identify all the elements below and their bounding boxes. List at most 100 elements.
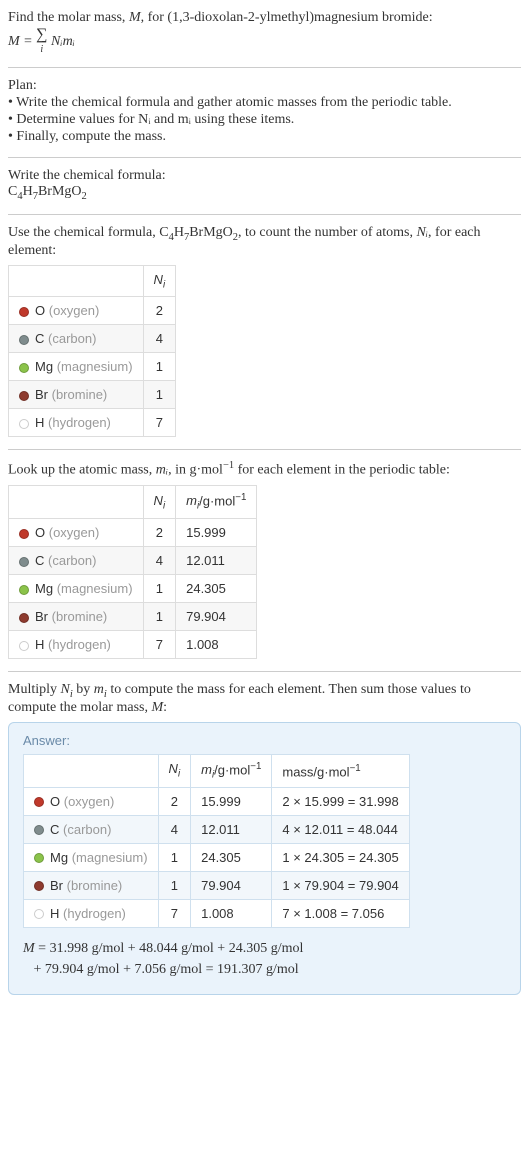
sigma-sub: i xyxy=(40,44,43,55)
text: for each element in the periodic table: xyxy=(234,463,450,478)
divider xyxy=(8,157,521,158)
N-value: 1 xyxy=(143,353,176,381)
m-value: 1.008 xyxy=(191,899,272,927)
element-color-icon xyxy=(34,825,44,835)
element-name: (oxygen) xyxy=(49,525,100,540)
element-symbol: O xyxy=(35,525,45,540)
final-equation: M = 31.998 g/mol + 48.044 g/mol + 24.305… xyxy=(23,938,506,980)
text: Find the molar mass, xyxy=(8,10,129,25)
element-cell: Br (bromine) xyxy=(24,871,159,899)
header-Ni: Ni xyxy=(158,754,191,787)
divider xyxy=(8,214,521,215)
table-header-row: Ni mi/g·mol−1 xyxy=(9,486,257,519)
header-mi: mi/g·mol−1 xyxy=(176,486,257,519)
table-header-row: Ni xyxy=(9,265,176,297)
element-cell: H (hydrogen) xyxy=(9,630,144,658)
table-row: H (hydrogen)71.008 xyxy=(9,630,257,658)
formula-label: Write the chemical formula: xyxy=(8,168,521,184)
element-cell: O (oxygen) xyxy=(24,787,159,815)
element-cell: O (oxygen) xyxy=(9,518,144,546)
element-color-icon xyxy=(19,363,29,373)
element-cell: C (carbon) xyxy=(24,815,159,843)
var-Ni: Nᵢ xyxy=(416,225,428,240)
element-symbol: Mg xyxy=(50,850,68,865)
element-symbol: H xyxy=(35,637,44,652)
table-row: Mg (magnesium)1 xyxy=(9,353,176,381)
N-value: 1 xyxy=(158,843,191,871)
N-value: 1 xyxy=(143,381,176,409)
plan-item-text: Determine values for Nᵢ and mᵢ using the… xyxy=(16,112,294,127)
element-name: (hydrogen) xyxy=(63,906,126,921)
text: , to count the number of atoms, xyxy=(238,225,416,240)
plan-title: Plan: xyxy=(8,78,521,94)
m-value: 79.904 xyxy=(176,602,257,630)
plan-item: • Finally, compute the mass. xyxy=(8,129,521,145)
table-row: Br (bromine)179.9041 × 79.904 = 79.904 xyxy=(24,871,410,899)
count-table: Ni O (oxygen)2C (carbon)4Mg (magnesium)1… xyxy=(8,265,176,438)
m-value: 24.305 xyxy=(191,843,272,871)
header-blank xyxy=(9,486,144,519)
element-symbol: C xyxy=(35,553,44,568)
mass-expr: 7 × 1.008 = 7.056 xyxy=(272,899,409,927)
N-value: 7 xyxy=(143,630,176,658)
m-value: 79.904 xyxy=(191,871,272,899)
sigma-icon: ∑ xyxy=(36,26,47,43)
element-color-icon xyxy=(19,641,29,651)
element-name: (bromine) xyxy=(67,878,123,893)
text: , in g·mol xyxy=(168,463,223,478)
element-cell: Mg (magnesium) xyxy=(9,574,144,602)
element-cell: Br (bromine) xyxy=(9,602,144,630)
N-value: 7 xyxy=(143,409,176,437)
m-value: 12.011 xyxy=(191,815,272,843)
m-value: 24.305 xyxy=(176,574,257,602)
N-value: 1 xyxy=(158,871,191,899)
element-color-icon xyxy=(19,557,29,567)
multiply-section: Multiply Ni by mi to compute the mass fo… xyxy=(8,682,521,995)
element-name: (carbon) xyxy=(48,553,96,568)
element-color-icon xyxy=(19,391,29,401)
element-symbol: Br xyxy=(50,878,63,893)
table-header-row: Ni mi/g·mol−1 mass/g·mol−1 xyxy=(24,754,410,787)
N-value: 1 xyxy=(143,602,176,630)
N-value: 4 xyxy=(158,815,191,843)
element-cell: Mg (magnesium) xyxy=(24,843,159,871)
element-cell: C (carbon) xyxy=(9,546,144,574)
table-row: H (hydrogen)7 xyxy=(9,409,176,437)
header-mass: mass/g·mol−1 xyxy=(272,754,409,787)
element-name: (oxygen) xyxy=(64,794,115,809)
multiply-text: Multiply Ni by mi to compute the mass fo… xyxy=(8,682,521,716)
exp: −1 xyxy=(223,460,234,471)
N-value: 2 xyxy=(143,297,176,325)
table-row: O (oxygen)2 xyxy=(9,297,176,325)
mass-section: Look up the atomic mass, mᵢ, in g·mol−1 … xyxy=(8,460,521,659)
table-row: Br (bromine)179.904 xyxy=(9,602,257,630)
element-name: (bromine) xyxy=(52,387,108,402)
var-mi: mᵢ xyxy=(156,463,168,478)
header-blank xyxy=(24,754,159,787)
formula-section: Write the chemical formula: C4H7BrMgO2 xyxy=(8,168,521,202)
element-cell: Mg (magnesium) xyxy=(9,353,144,381)
table-row: H (hydrogen)71.0087 × 1.008 = 7.056 xyxy=(24,899,410,927)
intro-equation: M = ∑i Nᵢmᵢ xyxy=(8,28,521,55)
element-name: (carbon) xyxy=(63,822,111,837)
N-value: 7 xyxy=(158,899,191,927)
element-color-icon xyxy=(34,909,44,919)
element-name: (bromine) xyxy=(52,609,108,624)
chemical-formula: C4H7BrMgO2 xyxy=(8,184,521,202)
intro-line1: Find the molar mass, M, for (1,3-dioxola… xyxy=(8,10,521,26)
table-row: Mg (magnesium)124.3051 × 24.305 = 24.305 xyxy=(24,843,410,871)
N-value: 1 xyxy=(143,574,176,602)
count-section: Use the chemical formula, C4H7BrMgO2, to… xyxy=(8,225,521,437)
element-cell: Br (bromine) xyxy=(9,381,144,409)
eq-rhs: Nᵢmᵢ xyxy=(51,34,75,49)
table-row: C (carbon)412.011 xyxy=(9,546,257,574)
N-value: 4 xyxy=(143,546,176,574)
N-value: 2 xyxy=(158,787,191,815)
element-symbol: Br xyxy=(35,609,48,624)
answer-label: Answer: xyxy=(23,733,506,748)
element-cell: H (hydrogen) xyxy=(24,899,159,927)
element-cell: H (hydrogen) xyxy=(9,409,144,437)
plan-item-text: Write the chemical formula and gather at… xyxy=(16,95,452,110)
mass-table: Ni mi/g·mol−1 O (oxygen)215.999C (carbon… xyxy=(8,485,257,659)
element-symbol: Mg xyxy=(35,581,53,596)
